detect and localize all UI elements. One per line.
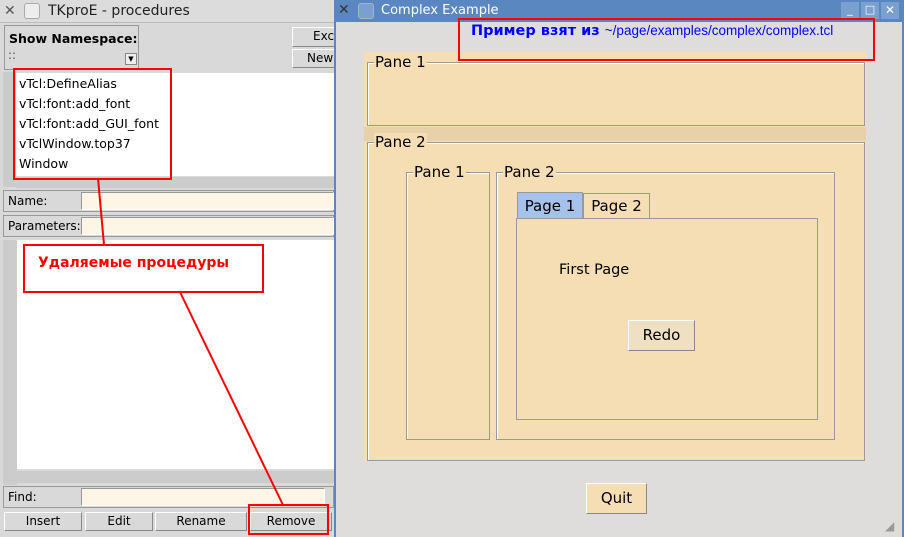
annotation-lines xyxy=(97,177,284,506)
annotation-line xyxy=(179,291,284,506)
annotation-line xyxy=(97,177,105,246)
